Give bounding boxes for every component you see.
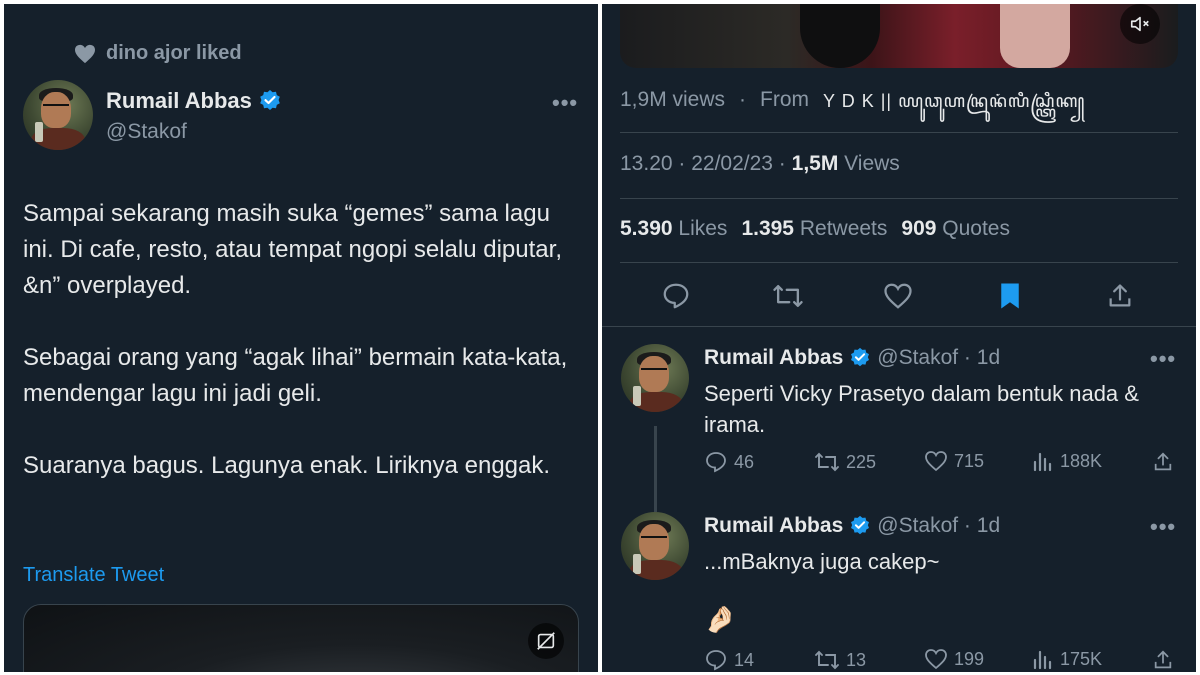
- reply-author-name[interactable]: Rumail Abbas: [704, 514, 843, 538]
- pinched-fingers-emoji: 🤌🏻: [704, 604, 737, 634]
- from-label: From: [760, 88, 810, 111]
- sensitive-media-icon[interactable]: [528, 623, 564, 659]
- mute-icon[interactable]: [1120, 4, 1160, 44]
- tweet-views-label: Views: [844, 152, 900, 175]
- heart-icon: [884, 283, 912, 309]
- share-icon: [1154, 452, 1172, 471]
- reply-avatar[interactable]: [621, 344, 689, 412]
- reply-handle-time[interactable]: @Stakof · 1d: [877, 346, 1000, 370]
- tweet-video[interactable]: [620, 4, 1178, 68]
- tweet-action-bar: [602, 276, 1196, 320]
- engagement-stats: 5.390 Likes 1.395 Retweets 909 Quotes: [620, 217, 1010, 241]
- left-tweet-panel: dino ajor liked Rumail Abbas @Stakof •••…: [4, 4, 598, 672]
- tweet-paragraph: Sampai sekarang masih suka “gemes” sama …: [23, 200, 562, 299]
- retweet-count-button[interactable]: 13: [814, 648, 866, 672]
- reply-icon: [706, 452, 726, 473]
- quotes-stat[interactable]: 909 Quotes: [901, 217, 1010, 241]
- like-count: 199: [954, 648, 985, 669]
- more-options-button[interactable]: •••: [552, 90, 578, 116]
- more-options-button[interactable]: •••: [1150, 514, 1176, 540]
- author-name[interactable]: Rumail Abbas: [106, 88, 252, 114]
- views-count-button[interactable]: 175K: [1032, 648, 1102, 670]
- author-handle[interactable]: @Stakof: [106, 120, 282, 144]
- reply-avatar[interactable]: [621, 512, 689, 580]
- share-icon: [1154, 650, 1172, 669]
- views-count: 175K: [1060, 648, 1103, 669]
- video-views-line: 1,9M views · From Y D K || ꦪꦸꦣꦸꦲꦤꦿꦸꦤꦁꦭꦶꦱ…: [620, 88, 1085, 124]
- reply-header: Rumail Abbas @Stakof · 1d: [704, 514, 1000, 538]
- reply-handle-time[interactable]: @Stakof · 1d: [877, 514, 1000, 538]
- right-tweet-panel: 1,9M views · From Y D K || ꦪꦸꦣꦸꦲꦤꦿꦸꦤꦁꦭꦶꦱ…: [602, 4, 1196, 672]
- divider: [602, 326, 1196, 327]
- social-context[interactable]: dino ajor liked: [74, 42, 242, 65]
- bookmark-button[interactable]: [990, 276, 1030, 316]
- author-avatar[interactable]: [23, 80, 93, 150]
- reply-author-name[interactable]: Rumail Abbas: [704, 346, 843, 370]
- retweet-icon: [773, 284, 803, 308]
- views-count-button[interactable]: 188K: [1032, 450, 1102, 472]
- reply-count-button[interactable]: 14: [704, 648, 754, 672]
- video-views-count: 1,9M views: [620, 88, 726, 111]
- tweet-views-count: 1,5M: [791, 152, 839, 175]
- verified-badge-icon: [260, 90, 280, 110]
- reply-tweet[interactable]: Rumail Abbas @Stakof · 1d ••• ...mBaknya…: [602, 512, 1196, 672]
- timestamp-line: 13.20 · 22/02/23 · 1,5M Views: [620, 152, 900, 176]
- reply-count: 46: [734, 451, 755, 472]
- retweet-count: 225: [846, 451, 877, 472]
- reply-text: ...mBaknya juga cakep~: [704, 549, 940, 574]
- retweet-count-button[interactable]: 225: [814, 450, 876, 474]
- retweet-icon: [815, 650, 839, 670]
- reply-button[interactable]: [656, 276, 696, 316]
- retweet-button[interactable]: [768, 276, 808, 316]
- divider: [620, 132, 1178, 133]
- tweet-paragraph: Sebagai orang yang “agak lihai” bermain …: [23, 344, 568, 407]
- bookmark-icon: [1001, 283, 1019, 309]
- verified-badge-icon: [851, 347, 870, 367]
- heart-icon: [925, 451, 947, 472]
- timestamp[interactable]: 13.20 · 22/02/23 ·: [620, 152, 786, 175]
- tweet-media[interactable]: [23, 604, 579, 672]
- reply-count: 14: [734, 649, 755, 670]
- reply-header: Rumail Abbas @Stakof · 1d: [704, 346, 1000, 370]
- more-options-button[interactable]: •••: [1150, 346, 1176, 372]
- analytics-icon: [1033, 452, 1052, 472]
- share-button[interactable]: [1152, 450, 1174, 474]
- analytics-icon: [1033, 650, 1052, 670]
- share-button[interactable]: [1100, 276, 1140, 316]
- reply-text: Seperti Vicky Prasetyo dalam bentuk nada…: [704, 381, 1139, 437]
- heart-icon: [925, 649, 947, 670]
- like-button[interactable]: [878, 276, 918, 316]
- divider: [620, 262, 1178, 263]
- verified-badge-icon: [851, 515, 870, 535]
- like-count-button[interactable]: 715: [924, 450, 984, 472]
- reply-icon: [663, 283, 689, 309]
- tweet-paragraph: Suaranya bagus. Lagunya enak. Liriknya e…: [23, 452, 551, 479]
- share-button[interactable]: [1152, 648, 1174, 672]
- retweets-stat[interactable]: 1.395 Retweets: [741, 217, 887, 241]
- separator: ·: [739, 88, 747, 111]
- like-count-button[interactable]: 199: [924, 648, 984, 670]
- reply-icon: [706, 650, 726, 671]
- tweet-text: Sampai sekarang masih suka “gemes” sama …: [23, 196, 583, 520]
- reply-count-button[interactable]: 46: [704, 450, 754, 474]
- retweet-count: 13: [846, 649, 867, 670]
- views-count: 188K: [1060, 450, 1103, 471]
- like-count: 715: [954, 450, 985, 471]
- likes-stat[interactable]: 5.390 Likes: [620, 217, 727, 241]
- translate-tweet-link[interactable]: Translate Tweet: [23, 564, 164, 587]
- author-info: Rumail Abbas @Stakof: [106, 88, 282, 144]
- share-icon: [1109, 284, 1131, 307]
- from-source-link[interactable]: Y D K || ꦪꦸꦣꦸꦲꦤꦿꦸꦤꦁꦭꦶꦱ꧀ꦠꦿꦶꦏ꧀: [823, 88, 1085, 124]
- reply-metrics: 46 225 715 188K: [704, 450, 1184, 480]
- reply-tweet[interactable]: Rumail Abbas @Stakof · 1d ••• Seperti Vi…: [602, 344, 1196, 494]
- reply-metrics: 14 13 199 175K: [704, 648, 1184, 672]
- heart-icon: [75, 44, 95, 63]
- liked-by-text: dino ajor liked: [106, 42, 242, 64]
- retweet-icon: [815, 452, 839, 472]
- divider: [620, 198, 1178, 199]
